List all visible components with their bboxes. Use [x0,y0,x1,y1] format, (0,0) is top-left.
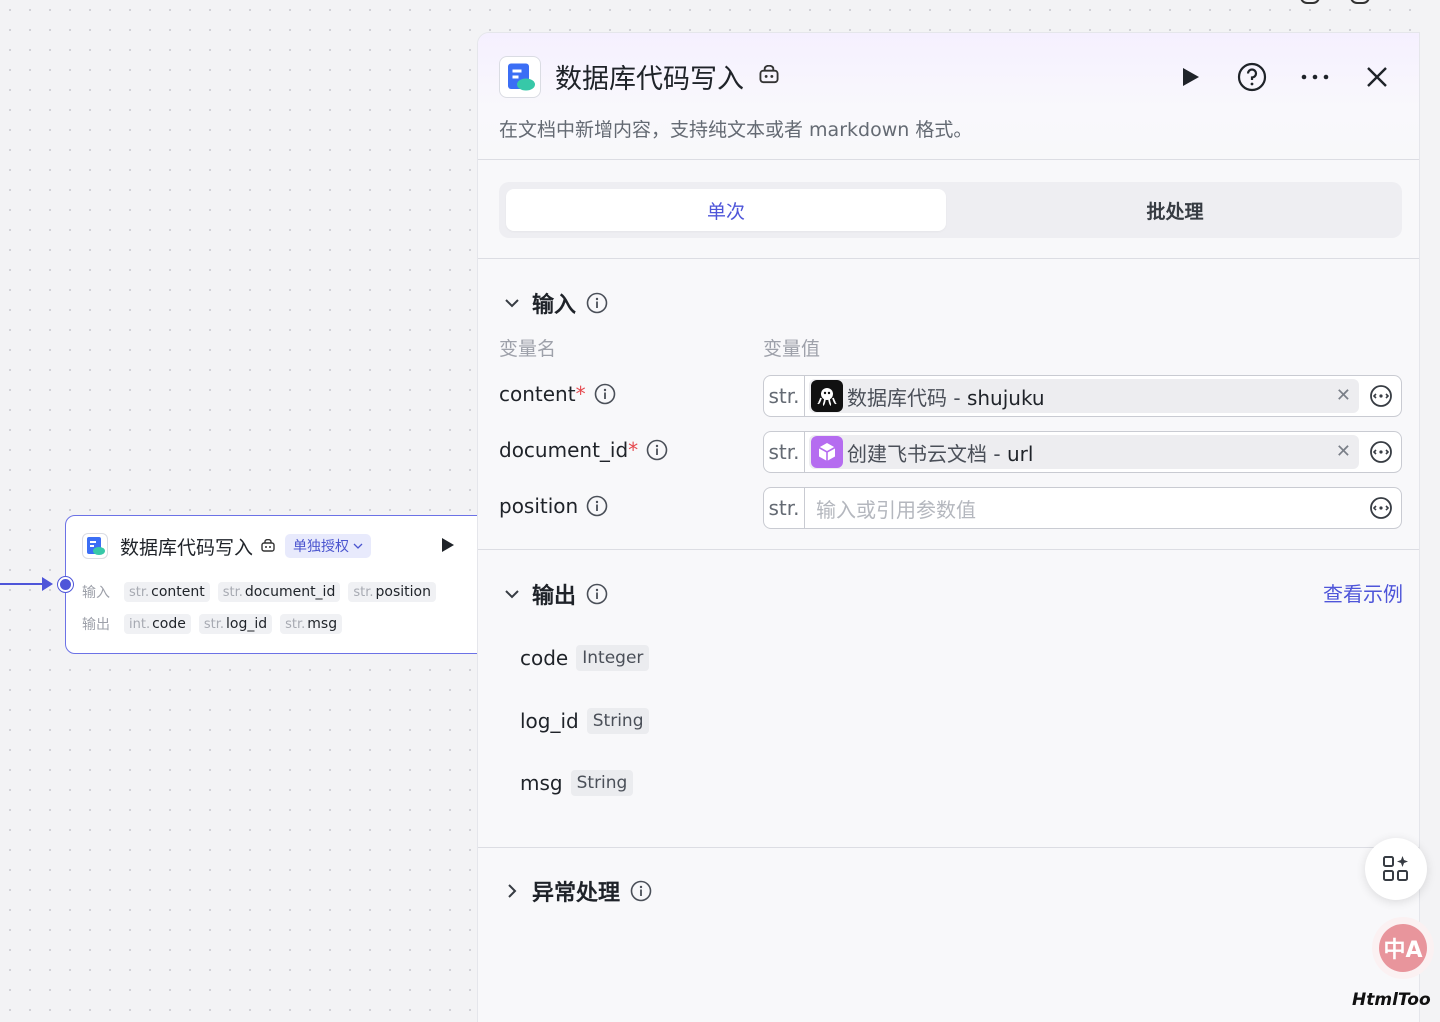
var-name-document-id: document_id * [499,438,668,462]
node-outputs-row: 输出 int. code str. log_id str. msg [82,614,343,634]
apps-fab-button[interactable] [1365,838,1427,900]
variable-reference-icon[interactable] [1369,496,1393,520]
output-var: msg String [520,770,634,796]
octopus-icon [811,380,843,412]
close-button[interactable] [1359,59,1395,95]
divider [478,258,1419,259]
required-mark: * [575,382,586,406]
input-section-title: 输入 [532,293,577,318]
chevron-down-icon [502,584,522,604]
panel-header: 数据库代码写入 在文档中新增内容，支持纯文本或者 markdown 格式。 [478,33,1419,160]
panel-title: 数据库代码写入 [555,64,744,95]
watermark-logo: HtmlToo [1352,990,1431,1010]
type-label: str. [764,488,805,528]
view-example-link[interactable]: 查看示例 [1323,578,1403,607]
help-button[interactable] [1234,59,1270,95]
value-input-placeholder[interactable]: 输入或引用参数值 [816,494,976,523]
node-input-chip: str. position [348,582,436,602]
mode-tabs: 单次 批处理 [499,182,1402,238]
info-icon[interactable] [646,439,668,461]
node-input-chip: str. content [124,582,210,602]
close-icon [1367,67,1387,87]
column-header-value: 变量值 [763,338,821,360]
node-inputs-row: 输入 str. content str. document_id str. posit… [82,582,436,602]
cube-icon [811,436,843,468]
info-icon[interactable] [586,583,608,605]
output-var: code Integer [520,645,650,671]
database-app-icon [499,56,541,98]
output-section-title: 输出 [532,584,577,609]
info-icon[interactable] [630,880,652,902]
chevron-down-icon [353,543,363,549]
type-label: str. [764,376,805,416]
type-label: str. [764,432,805,472]
lock-icon [759,65,779,84]
column-header-name: 变量名 [499,338,557,360]
connection-arrow [42,577,53,591]
more-icon [1301,74,1329,80]
info-icon[interactable] [586,495,608,517]
node-input-port[interactable] [58,577,73,592]
top-toolbar-fragment [1300,0,1370,4]
translate-icon: 中A [1379,924,1427,972]
translate-button[interactable]: 中A [1372,917,1434,979]
var-name-content: content * [499,382,616,406]
apps-sparkle-icon [1383,856,1408,881]
output-var-name: code [520,646,569,670]
divider [478,847,1419,848]
required-mark: * [628,438,639,462]
tab-single[interactable]: 单次 [506,189,946,231]
var-value-position[interactable]: str. 输入或引用参数值 [763,487,1402,529]
node-output-chip: int. code [124,614,191,634]
output-var: log_id String [520,708,650,734]
node-config-panel: 数据库代码写入 在文档中新增内容，支持纯文本或者 markdown 格式。 单次… [477,32,1420,1022]
reference-chip[interactable]: 数据库代码 - shujuku ✕ [809,379,1359,413]
help-icon [1237,62,1267,92]
output-section-header[interactable]: 输出 [502,578,608,610]
exception-section-title: 异常处理 [532,881,621,906]
chevron-down-icon [502,293,522,313]
play-icon [1183,68,1199,86]
input-section-header[interactable]: 输入 [502,287,608,319]
database-app-icon [82,533,108,559]
panel-description: 在文档中新增内容，支持纯文本或者 markdown 格式。 [499,119,973,141]
node-run-icon[interactable] [442,538,454,552]
node-input-chip: str. document_id [217,582,341,602]
clear-icon[interactable]: ✕ [1336,441,1351,462]
chevron-right-icon [502,881,522,901]
output-var-name: msg [520,771,563,795]
var-value-content[interactable]: str. 数据库代码 - shujuku ✕ [763,375,1402,417]
output-var-type: String [570,770,634,796]
more-button[interactable] [1297,59,1333,95]
auth-badge-label: 单独授权 [293,539,350,555]
variable-reference-icon[interactable] [1369,384,1393,408]
divider [478,549,1419,550]
info-icon[interactable] [586,292,608,314]
lock-icon [261,539,275,552]
reference-text: 创建飞书云文档 - url [847,441,1034,466]
clear-icon[interactable]: ✕ [1336,385,1351,406]
reference-chip[interactable]: 创建飞书云文档 - url ✕ [809,435,1359,469]
var-value-document-id[interactable]: str. 创建飞书云文档 - url ✕ [763,431,1402,473]
tab-batch[interactable]: 批处理 [955,189,1395,231]
variable-reference-icon[interactable] [1369,440,1393,464]
output-var-type: String [586,708,650,734]
node-inputs-label: 输入 [82,585,110,601]
output-var-name: log_id [520,709,579,733]
node-output-chip: str. log_id [198,614,273,634]
output-var-type: Integer [576,645,650,671]
node-output-chip: str. msg [280,614,343,634]
run-button[interactable] [1172,59,1208,95]
reference-text: 数据库代码 - shujuku [847,385,1045,410]
workflow-node[interactable]: 数据库代码写入 单独授权 输入 str. content str. document… [65,515,495,654]
info-icon[interactable] [594,383,616,405]
var-name-position: position [499,494,608,518]
exception-section-header[interactable]: 异常处理 [502,875,652,907]
node-title: 数据库代码写入 [120,536,254,559]
auth-badge[interactable]: 单独授权 [285,534,372,558]
node-outputs-label: 输出 [82,617,110,633]
